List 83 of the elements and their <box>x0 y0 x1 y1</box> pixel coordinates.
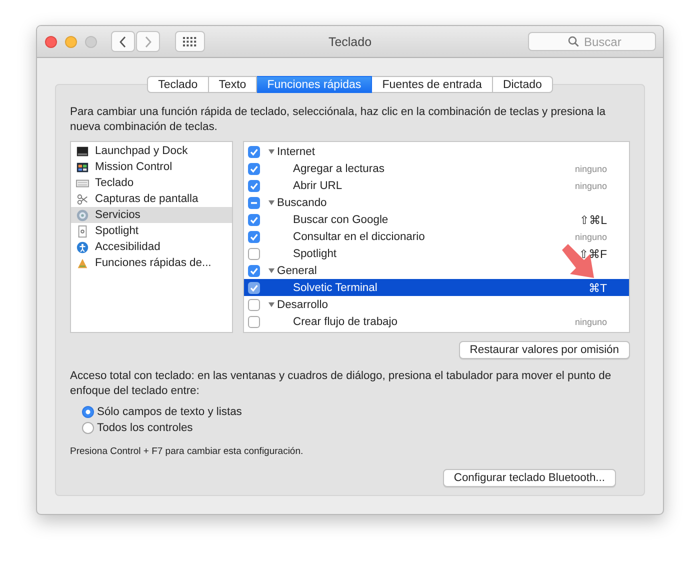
shortcut-keys[interactable]: ninguno <box>574 180 607 190</box>
radio-button[interactable] <box>82 406 94 418</box>
app-store-icon <box>76 256 89 270</box>
shortcut-keys[interactable]: ninguno <box>574 232 607 242</box>
category-item[interactable]: Launchpad y Dock <box>71 143 232 159</box>
radio-label[interactable]: Sólo campos de texto y listas <box>97 406 242 418</box>
show-all-button[interactable] <box>175 31 205 52</box>
disclosure-down-icon[interactable] <box>268 267 275 274</box>
tab[interactable]: Dictado <box>492 76 553 93</box>
hint-text: Presiona Control + F7 para cambiar esta configuración. <box>70 446 304 457</box>
scissors-icon <box>76 192 89 206</box>
shortcut-keys[interactable]: ninguno <box>574 164 607 174</box>
dock-icon <box>76 144 89 158</box>
instructions-text: Para cambiar una función rápida de teclado, selecciónala, haz clic en la combinación de teclas y presiona la nueva combinación de teclas. <box>70 105 606 135</box>
shortcut-keys[interactable]: ⇧⌘L <box>579 212 607 226</box>
windows-icon <box>76 160 89 174</box>
group-row[interactable]: General <box>244 262 629 279</box>
keyboard-access-text: Acceso total con teclado: en las ventanas y cuadros de diálogo, presiona el tabulador para mover el punto de enfoque del teclado entre: <box>70 369 612 399</box>
tab[interactable]: Fuentes de entrada <box>372 76 493 93</box>
shortcut-row[interactable]: Consultar en el diccionario ninguno <box>244 228 629 245</box>
tab[interactable]: Funciones rápidas <box>257 76 372 93</box>
checkbox[interactable] <box>248 264 260 276</box>
checkbox[interactable] <box>248 298 260 310</box>
shortcut-name: Solvetic Terminal <box>293 282 378 294</box>
radio-label[interactable]: Todos los controles <box>97 422 193 434</box>
chevron-left-icon <box>119 36 127 48</box>
shortcut-name: Crear flujo de trabajo <box>293 316 398 328</box>
disclosure-down-icon[interactable] <box>268 148 275 155</box>
category-item[interactable]: Accesibilidad <box>71 239 232 255</box>
checkbox[interactable] <box>248 230 260 242</box>
bluetooth-keyboard-button[interactable]: Configurar teclado Bluetooth... <box>442 469 616 487</box>
checkbox[interactable] <box>248 180 260 192</box>
accessibility-icon <box>76 240 89 254</box>
shortcut-name: Spotlight <box>293 248 337 260</box>
disclosure-down-icon[interactable] <box>268 199 275 206</box>
shortcut-keys[interactable]: ⌘T <box>588 280 607 294</box>
shortcut-keys[interactable]: ⇧⌘F <box>578 246 607 260</box>
gear-icon <box>76 208 89 222</box>
radio-button[interactable] <box>82 422 94 434</box>
close-button[interactable] <box>45 36 57 48</box>
tab[interactable]: Teclado <box>147 76 209 93</box>
checkbox[interactable] <box>248 248 260 260</box>
document-icon <box>76 224 89 238</box>
checkbox[interactable] <box>248 162 260 174</box>
shortcut-row[interactable]: Crear flujo de trabajo ninguno <box>244 313 629 330</box>
group-label: Buscando <box>277 196 327 208</box>
checkbox[interactable] <box>248 214 260 226</box>
search-icon <box>568 36 579 47</box>
shortcut-row[interactable]: Solvetic Terminal ⌘T <box>244 279 629 296</box>
restore-defaults-button[interactable]: Restaurar valores por omisión <box>458 341 630 359</box>
back-button[interactable] <box>111 31 135 52</box>
window-title: Teclado <box>327 34 373 48</box>
shortcut-name: Consultar en el diccionario <box>293 230 425 242</box>
shortcut-row[interactable]: Agregar a lecturas ninguno <box>244 160 629 177</box>
minimize-button[interactable] <box>65 36 77 48</box>
group-row[interactable]: Buscando <box>244 194 629 211</box>
category-item[interactable]: Servicios <box>71 207 232 223</box>
group-label: Desarrollo <box>277 298 328 310</box>
checkbox[interactable] <box>248 316 260 328</box>
shortcut-keys[interactable]: ninguno <box>574 316 607 326</box>
category-item[interactable]: Spotlight <box>71 223 232 239</box>
category-item[interactable]: Mission Control <box>71 159 232 175</box>
tab[interactable]: Texto <box>208 76 258 93</box>
shortcut-name: Buscar con Google <box>293 214 388 226</box>
group-label: Internet <box>277 146 315 158</box>
disclosure-down-icon[interactable] <box>268 301 275 308</box>
checkbox[interactable] <box>248 282 260 294</box>
group-label: General <box>277 264 317 276</box>
shortcut-row[interactable]: Spotlight ⇧⌘F <box>244 245 629 262</box>
group-row[interactable]: Desarrollo <box>244 296 629 313</box>
shortcut-name: Agregar a lecturas <box>293 162 384 174</box>
group-row[interactable]: Internet <box>244 143 629 160</box>
checkbox[interactable] <box>248 146 260 158</box>
shortcut-row[interactable]: Abrir URL ninguno <box>244 177 629 194</box>
search-field[interactable]: Buscar <box>528 32 656 51</box>
category-item[interactable]: Funciones rápidas de... <box>71 255 232 271</box>
shortcut-row[interactable]: Buscar con Google ⇧⌘L <box>244 211 629 228</box>
category-item[interactable]: Capturas de pantalla <box>71 191 232 207</box>
grid-icon <box>183 36 197 46</box>
shortcut-name: Abrir URL <box>293 180 342 192</box>
checkbox[interactable] <box>248 196 260 208</box>
chevron-right-icon <box>144 36 152 48</box>
category-item[interactable]: Teclado <box>71 175 232 191</box>
